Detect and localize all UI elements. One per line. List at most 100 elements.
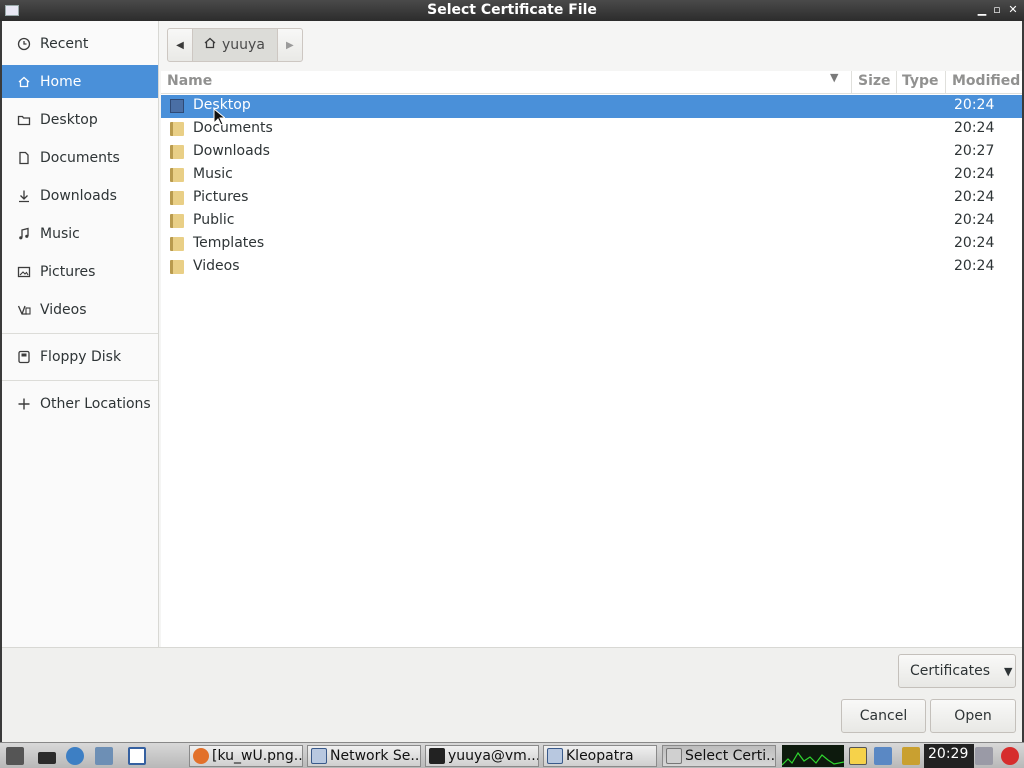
browser-icon[interactable]: [66, 747, 84, 765]
column-header-size[interactable]: Size: [858, 73, 891, 89]
folder-icon: [170, 237, 184, 251]
file-filter-label: Certificates: [910, 663, 991, 679]
column-header-type[interactable]: Type: [902, 73, 939, 89]
file-chooser-dialog: Recent Home Desktop Documents Downloads …: [0, 21, 1024, 742]
task-button-image[interactable]: [ku_wU.png...: [189, 745, 303, 767]
task-button-kleopatra[interactable]: Kleopatra: [543, 745, 657, 767]
start-menu-icon[interactable]: [6, 747, 24, 765]
file-list-header: Name ▼ Size Type Modified: [161, 71, 1022, 94]
sidebar-item-recent[interactable]: Recent: [2, 27, 158, 60]
folder-icon: [170, 145, 184, 159]
file-row-templates[interactable]: Templates 20:24: [161, 233, 1022, 256]
sidebar-item-floppy-disk[interactable]: Floppy Disk: [2, 340, 158, 373]
file-modified: 20:24: [954, 189, 995, 205]
sidebar-item-videos[interactable]: Videos: [2, 293, 158, 326]
windows-icon[interactable]: [95, 747, 113, 765]
sidebar-item-home[interactable]: Home: [2, 65, 158, 98]
desktop-folder-icon: [170, 99, 184, 113]
file-row-public[interactable]: Public 20:24: [161, 210, 1022, 233]
sidebar-item-other-locations[interactable]: Other Locations: [2, 387, 158, 420]
chevron-down-icon: ▼: [1004, 664, 1013, 678]
floppy-icon: [16, 349, 32, 365]
sidebar-item-label: Downloads: [40, 187, 117, 204]
folder-icon: [170, 260, 184, 274]
cancel-button[interactable]: Cancel: [841, 699, 926, 733]
volume-icon[interactable]: [975, 747, 993, 765]
minimize-button[interactable]: ▁: [975, 3, 989, 17]
path-forward-arrow-icon[interactable]: ▶: [278, 29, 302, 61]
path-back-arrow-icon[interactable]: ◀: [168, 29, 192, 61]
task-button-network[interactable]: Network Se...: [307, 745, 421, 767]
sidebar-item-label: Documents: [40, 149, 120, 166]
file-filter-dropdown[interactable]: Certificates ▼: [898, 654, 1016, 688]
document-icon: [16, 150, 32, 166]
maximize-button[interactable]: ▫: [990, 3, 1004, 17]
sidebar-item-documents[interactable]: Documents: [2, 141, 158, 174]
sidebar-item-downloads[interactable]: Downloads: [2, 179, 158, 212]
window-icon: [311, 748, 327, 764]
file-name: Public: [193, 212, 235, 228]
file-modified: 20:24: [954, 97, 995, 113]
terminal-icon: [429, 748, 445, 764]
window-icon: [547, 748, 563, 764]
open-button[interactable]: Open: [930, 699, 1016, 733]
places-sidebar: Recent Home Desktop Documents Downloads …: [2, 21, 159, 647]
window-icon: [666, 748, 682, 764]
path-crumb-home[interactable]: yuuya: [192, 29, 278, 61]
file-modified: 20:24: [954, 212, 995, 228]
file-name: Downloads: [193, 143, 270, 159]
folder-icon: [16, 112, 32, 128]
network-icon[interactable]: [874, 747, 892, 765]
power-icon[interactable]: [1001, 747, 1019, 765]
sort-descending-icon[interactable]: ▼: [830, 71, 838, 84]
sidebar-item-pictures[interactable]: Pictures: [2, 255, 158, 288]
home-icon: [16, 74, 32, 90]
file-modified: 20:24: [954, 166, 995, 182]
task-button-select-certificate[interactable]: Select Certi...: [662, 745, 776, 767]
sidebar-divider: [2, 333, 158, 334]
file-name: Templates: [193, 235, 265, 251]
file-modified: 20:24: [954, 120, 995, 136]
file-row-videos[interactable]: Videos 20:24: [161, 256, 1022, 279]
sidebar-item-desktop[interactable]: Desktop: [2, 103, 158, 136]
taskbar: [ku_wU.png... Network Se... yuuya@vm... …: [0, 742, 1024, 768]
title-bar: Select Certificate File ▁ ▫ ✕: [0, 0, 1024, 21]
p-indicator-icon[interactable]: [849, 747, 867, 765]
plus-icon: [16, 396, 32, 412]
clock[interactable]: 20:29: [928, 746, 968, 762]
file-row-desktop[interactable]: Desktop 20:24: [161, 95, 1022, 118]
keyring-icon[interactable]: [902, 747, 920, 765]
dialog-action-area: Certificates ▼ Cancel Open: [2, 647, 1022, 742]
picture-icon: [16, 264, 32, 280]
column-header-modified[interactable]: Modified: [952, 73, 1020, 89]
file-row-pictures[interactable]: Pictures 20:24: [161, 187, 1022, 210]
path-crumb-label: yuuya: [222, 37, 265, 53]
cpu-monitor-graph: [781, 745, 845, 767]
music-icon: [16, 226, 32, 242]
file-name: Pictures: [193, 189, 249, 205]
firefox-icon: [193, 748, 209, 764]
file-name: Videos: [193, 258, 240, 274]
file-list: Name ▼ Size Type Modified Desktop 20:24 …: [161, 71, 1022, 647]
file-modified: 20:24: [954, 258, 995, 274]
column-header-name[interactable]: Name: [167, 73, 212, 89]
close-button[interactable]: ✕: [1006, 3, 1020, 17]
task-button-terminal[interactable]: yuuya@vm...: [425, 745, 539, 767]
file-modified: 20:27: [954, 143, 995, 159]
clock-icon: [16, 36, 32, 52]
file-name: Music: [193, 166, 233, 182]
folder-icon: [170, 214, 184, 228]
file-manager-icon[interactable]: [38, 752, 56, 764]
sidebar-item-label: Home: [40, 73, 82, 90]
folder-icon: [170, 191, 184, 205]
sidebar-item-label: Videos: [40, 301, 87, 318]
video-icon: [16, 302, 32, 318]
sidebar-item-label: Desktop: [40, 111, 98, 128]
file-row-documents[interactable]: Documents 20:24: [161, 118, 1022, 141]
sidebar-item-music[interactable]: Music: [2, 217, 158, 250]
home-icon: [203, 36, 217, 54]
sidebar-item-label: Floppy Disk: [40, 348, 122, 365]
desktop-icon[interactable]: [128, 747, 146, 765]
file-row-music[interactable]: Music 20:24: [161, 164, 1022, 187]
file-row-downloads[interactable]: Downloads 20:27: [161, 141, 1022, 164]
